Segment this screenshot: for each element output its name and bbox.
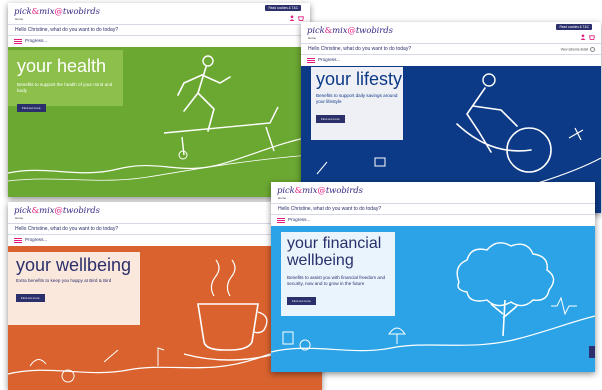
find-out-more-button[interactable]: Find out more (16, 294, 45, 303)
greeting-text: Hello Christine, what do you want to do … (15, 27, 119, 33)
panel-title: your financial wellbeing (287, 235, 382, 269)
basket-icon[interactable] (589, 34, 595, 40)
menu-icon[interactable] (277, 218, 285, 223)
financial-hero: your financial wellbeing Benefits to ass… (271, 226, 595, 372)
progress-link[interactable]: Progress... (318, 57, 340, 62)
panel-title: your health (17, 56, 107, 76)
brand-bar: pick&mix@twobirds Home Read cookies & T&… (301, 22, 601, 43)
progress-bar: Progress... (301, 55, 601, 66)
scheme-detail-link[interactable]: View scheme detail (561, 47, 595, 52)
brand-bar: pick&mix@twobirds Home Read cookies & T&… (8, 3, 310, 24)
greeting-text: Hello Christine, what do you want to do … (15, 226, 119, 232)
user-icon[interactable] (580, 34, 586, 40)
greeting-bar: Hello Christine, what do you want to do … (8, 24, 310, 36)
brand-bar: pick&mix@twobirds Home (271, 182, 595, 203)
home-link[interactable]: Home (308, 36, 316, 40)
site-logo[interactable]: pick&mix@twobirds (277, 186, 363, 196)
home-link[interactable]: Home (278, 196, 286, 200)
side-scroll-tab[interactable] (589, 346, 595, 358)
panel-description: Benefits to assist you with financial fr… (287, 274, 386, 286)
site-logo[interactable]: pick&mix@twobirds (307, 26, 393, 36)
greeting-text: Hello Christine, what do you want to do … (278, 206, 382, 212)
microphone-icon (29, 349, 119, 383)
top-bar-button[interactable]: Read cookies & T&C (265, 5, 301, 11)
greeting-text: Hello Christine, what do you want to do … (308, 46, 412, 52)
panel-description: Benefits to support the health of your m… (17, 81, 113, 94)
panel-description: Benefits to support daily savings around… (316, 92, 398, 105)
find-out-more-button[interactable]: Find out more (316, 115, 345, 124)
site-logo[interactable]: pick&mix@twobirds (14, 206, 100, 216)
top-bar-button[interactable]: Read cookies & T&C (556, 24, 592, 30)
progress-bar: Progress... (8, 36, 310, 47)
find-out-more-button[interactable]: Find out more (287, 296, 316, 305)
find-out-more-button[interactable]: Find out more (17, 104, 46, 113)
piggy-bank-icon (282, 331, 311, 351)
progress-link[interactable]: Progress... (288, 217, 310, 222)
progress-link[interactable]: Progress... (25, 237, 47, 242)
menu-icon[interactable] (14, 238, 22, 243)
panel-description: Extra benefits to keep you happy at Bird… (16, 277, 112, 283)
heartbeat-icon (551, 296, 577, 316)
financial-page-screenshot: pick&mix@twobirds Home Hello Christine, … (271, 182, 595, 372)
financial-panel: your financial wellbeing Benefits to ass… (281, 232, 395, 316)
panel-title: your wellbeing (16, 255, 132, 275)
progress-bar: Progress... (271, 215, 595, 226)
menu-icon[interactable] (307, 58, 315, 63)
greeting-bar: Hello Christine, what do you want to do … (271, 203, 595, 215)
basket-icon[interactable] (298, 15, 304, 21)
home-link[interactable]: Home (15, 17, 23, 21)
site-logo[interactable]: pick&mix@twobirds (14, 7, 100, 17)
health-hero: your health Benefits to support the heal… (8, 47, 310, 197)
health-page-screenshot: pick&mix@twobirds Home Read cookies & T&… (8, 3, 310, 197)
menu-icon[interactable] (14, 39, 22, 44)
wellbeing-panel: your wellbeing Extra benefits to keep yo… (8, 252, 140, 325)
progress-link[interactable]: Progress... (25, 38, 47, 43)
umbrella-icon (388, 327, 406, 344)
user-icon[interactable] (289, 15, 295, 21)
panel-title: your lifestyle (316, 69, 417, 89)
guitar-icon (157, 347, 165, 366)
health-panel: your health Benefits to support the heal… (8, 50, 123, 113)
lifestyle-panel: your lifestyle Benefits to support daily… (311, 67, 417, 140)
home-link[interactable]: Home (15, 216, 23, 220)
greeting-bar: Hello Christine, what do you want to do … (301, 43, 601, 55)
